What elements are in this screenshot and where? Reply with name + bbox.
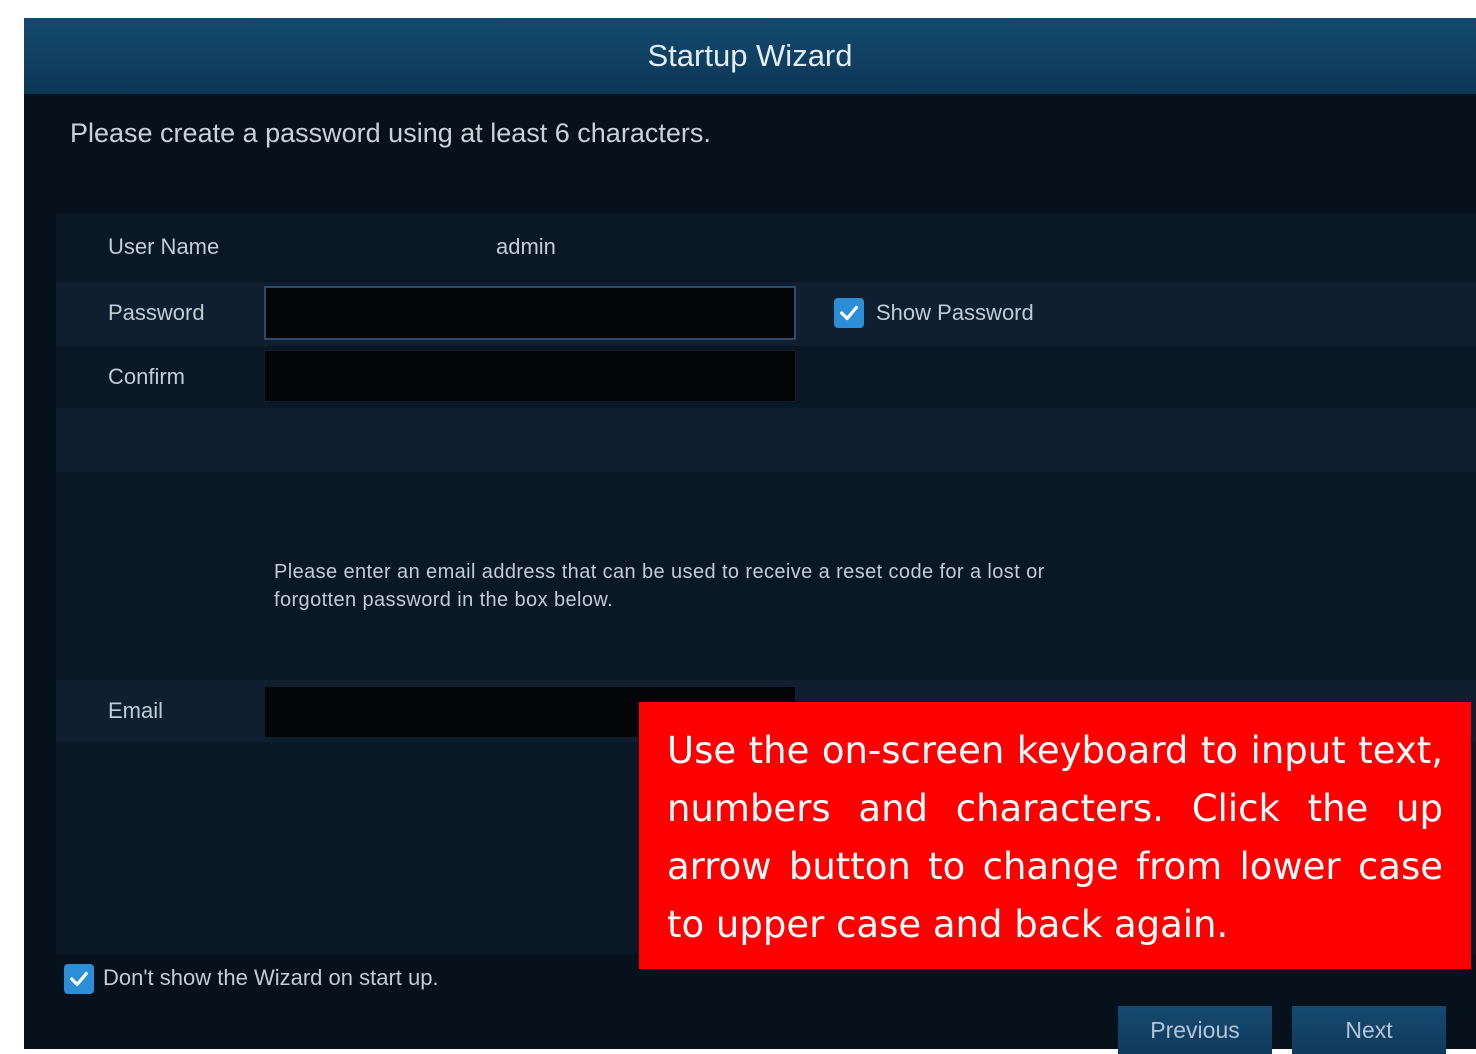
- confirm-input[interactable]: [265, 351, 795, 401]
- confirm-row: Confirm: [56, 346, 1476, 408]
- password-field[interactable]: [264, 286, 796, 340]
- previous-button[interactable]: Previous: [1118, 1006, 1272, 1054]
- checkmark-icon: [70, 971, 88, 987]
- show-password-checkbox[interactable]: [834, 298, 864, 328]
- password-input[interactable]: [266, 288, 794, 338]
- username-value: admin: [496, 234, 556, 259]
- checkmark-icon: [840, 305, 858, 321]
- confirm-field[interactable]: [264, 350, 796, 402]
- dont-show-wizard-checkbox[interactable]: [64, 964, 94, 994]
- password-label: Password: [108, 300, 205, 325]
- password-instruction: Please create a password using at least …: [70, 118, 711, 148]
- keyboard-tip-callout: Use the on-screen keyboard to input text…: [639, 702, 1471, 969]
- confirm-label: Confirm: [108, 364, 186, 389]
- next-button[interactable]: Next: [1292, 1006, 1446, 1054]
- separator-row: [56, 408, 1476, 472]
- password-row: Password Show Password: [56, 282, 1476, 346]
- email-label: Email: [108, 698, 164, 723]
- show-password-label: Show Password: [876, 300, 1034, 325]
- window-title: Startup Wizard: [24, 18, 1476, 94]
- username-row: User Name admin: [56, 214, 1476, 282]
- username-label: User Name: [108, 234, 220, 259]
- email-note: Please enter an email address that can b…: [274, 561, 1045, 611]
- dont-show-wizard-label: Don't show the Wizard on start up.: [103, 965, 439, 990]
